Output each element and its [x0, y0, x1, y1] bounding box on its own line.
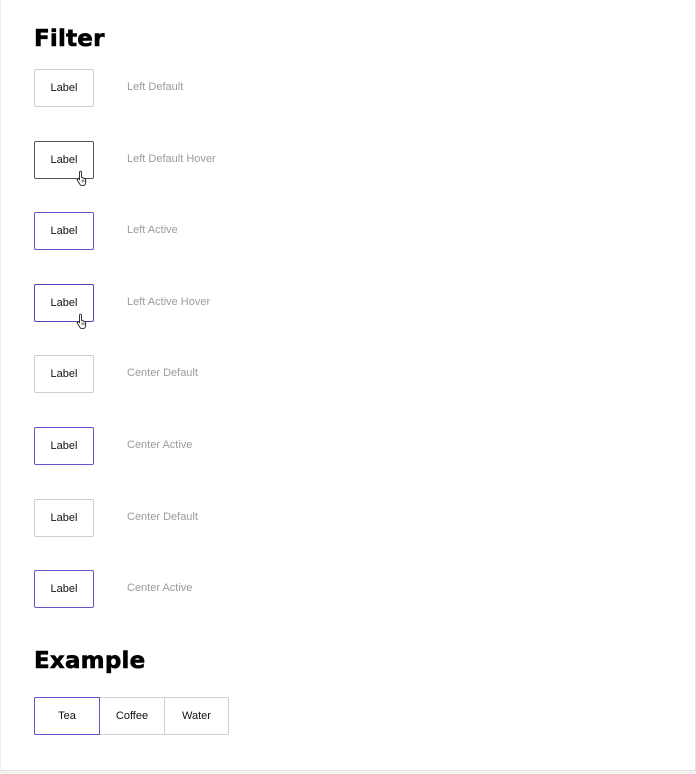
- hand-pointer-icon: [76, 313, 87, 329]
- state-description: Center Active: [127, 439, 193, 451]
- filter-button[interactable]: Label: [34, 69, 94, 107]
- state-description: Center Default: [127, 367, 198, 379]
- state-description: Left Active Hover: [127, 296, 211, 308]
- filter-button[interactable]: Label: [34, 212, 94, 250]
- filter-button[interactable]: Label: [34, 570, 94, 608]
- state-description: Left Active: [127, 224, 178, 236]
- state-description: Left Default: [127, 81, 184, 93]
- filter-option-coffee[interactable]: Coffee: [99, 697, 165, 735]
- state-description: Center Default: [127, 511, 198, 523]
- state-description: Center Active: [127, 582, 193, 594]
- filter-button[interactable]: Label: [34, 355, 94, 393]
- hand-pointer-icon: [76, 170, 87, 186]
- filter-button[interactable]: Label: [34, 499, 94, 537]
- filter-option-tea[interactable]: Tea: [34, 697, 100, 735]
- example-filter-group: Tea Coffee Water: [34, 697, 229, 736]
- filter-option-water[interactable]: Water: [164, 697, 229, 735]
- state-description: Left Default Hover: [127, 153, 216, 165]
- filter-button[interactable]: Label: [34, 427, 94, 465]
- example-heading: Example: [34, 648, 146, 675]
- canvas-panel: Filter Label Left Default Label Left Def…: [0, 0, 696, 771]
- filter-heading: Filter: [34, 26, 105, 53]
